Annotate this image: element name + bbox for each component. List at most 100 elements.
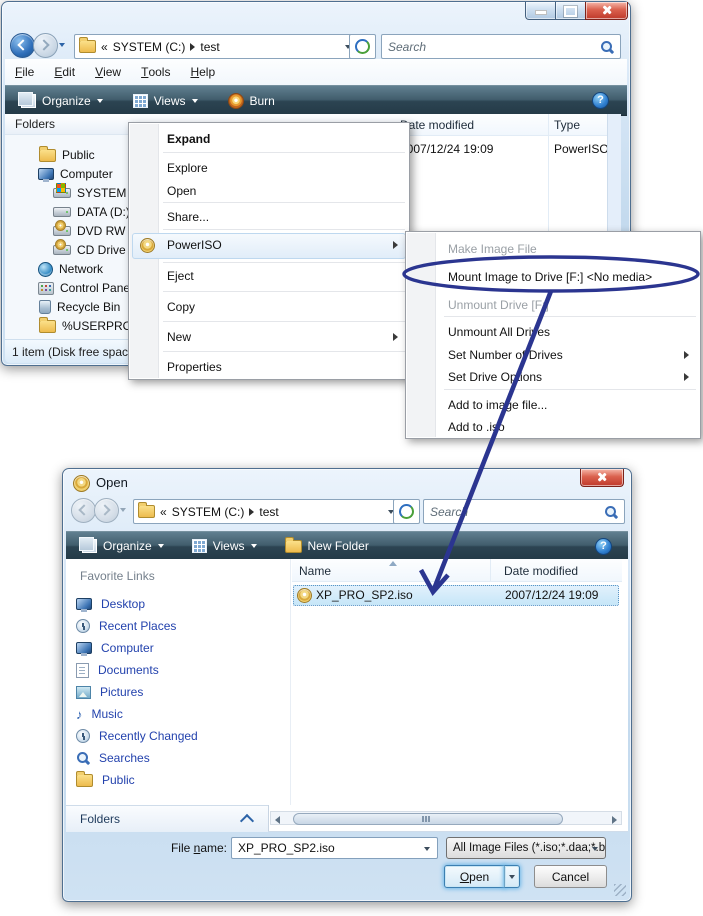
- submenu-item-mount-image[interactable]: Mount Image to Drive [F:] <No media>: [408, 266, 698, 288]
- refresh-button[interactable]: [393, 499, 420, 524]
- tree-item-recycle-bin[interactable]: Recycle Bin: [39, 298, 120, 316]
- folder-icon: [39, 316, 56, 333]
- column-divider[interactable]: [490, 559, 491, 581]
- column-header-date-modified[interactable]: Date modified: [400, 118, 474, 132]
- submenu-item-set-drive-options[interactable]: Set Drive Options: [408, 366, 698, 388]
- menu-separator: [163, 351, 405, 352]
- open-button[interactable]: Open: [444, 865, 505, 888]
- close-button[interactable]: [580, 469, 624, 487]
- tree-item-network[interactable]: Network: [38, 260, 103, 278]
- dropdown-icon[interactable]: [592, 847, 598, 851]
- organize-button[interactable]: Organize: [74, 535, 172, 557]
- help-icon[interactable]: ?: [592, 92, 609, 109]
- menu-item-eject[interactable]: Eject: [131, 265, 407, 287]
- scroll-right-icon[interactable]: [612, 816, 617, 824]
- tree-item-cd-drive-f[interactable]: CD Drive (F: [53, 239, 134, 259]
- cancel-button[interactable]: Cancel: [534, 865, 607, 888]
- submenu-item-set-number-drives[interactable]: Set Number of Drives: [408, 344, 698, 366]
- tree-item-public[interactable]: Public: [39, 145, 95, 164]
- submenu-item-unmount-drive[interactable]: Unmount Drive [F:]: [408, 294, 698, 316]
- menu-item-expand[interactable]: Expand: [131, 128, 407, 150]
- link-searches[interactable]: Searches: [76, 749, 150, 767]
- back-button[interactable]: [10, 33, 35, 58]
- link-desktop[interactable]: Desktop: [76, 595, 145, 613]
- burn-icon: [227, 92, 244, 109]
- new-folder-button[interactable]: New Folder: [277, 535, 377, 557]
- tree-item-userprofile[interactable]: %USERPROFI: [39, 316, 134, 335]
- address-bar[interactable]: « SYSTEM (C:) test: [133, 499, 399, 524]
- link-documents[interactable]: Documents: [76, 661, 159, 679]
- search-input[interactable]: [424, 504, 604, 519]
- history-dropdown-icon[interactable]: [120, 508, 126, 512]
- submenu-item-add-to-iso[interactable]: Add to .iso: [408, 416, 698, 438]
- dropdown-icon[interactable]: [424, 847, 430, 851]
- breadcrumb-drive[interactable]: SYSTEM (C:): [113, 40, 186, 54]
- file-name[interactable]: XP_PRO_SP2.iso: [316, 588, 413, 602]
- menu-file[interactable]: File: [5, 59, 44, 85]
- breadcrumb-folder[interactable]: test: [200, 40, 219, 54]
- forward-button[interactable]: [94, 498, 119, 523]
- tree-item-system-c[interactable]: SYSTEM (C:: [53, 183, 134, 202]
- tree-item-data-d[interactable]: DATA (D:): [53, 203, 130, 221]
- history-dropdown-icon[interactable]: [59, 43, 65, 47]
- column-header-date-modified[interactable]: Date modified: [504, 564, 578, 578]
- file-name-combo[interactable]: XP_PRO_SP2.iso: [231, 837, 438, 859]
- menu-item-properties[interactable]: Properties: [131, 356, 407, 378]
- help-icon[interactable]: ?: [595, 537, 612, 555]
- menu-item-explore[interactable]: Explore: [131, 157, 407, 179]
- organize-button[interactable]: Organize: [13, 90, 111, 112]
- resize-grip[interactable]: [614, 884, 626, 896]
- search-input[interactable]: [382, 39, 600, 54]
- forward-button[interactable]: [33, 33, 58, 58]
- menu-item-share[interactable]: Share...: [131, 206, 407, 228]
- search-icon[interactable]: [600, 40, 614, 54]
- search-icon[interactable]: [604, 505, 618, 519]
- menu-edit[interactable]: Edit: [44, 59, 85, 85]
- close-button[interactable]: [585, 2, 628, 20]
- column-header-type[interactable]: Type: [554, 118, 580, 132]
- menu-item-open[interactable]: Open: [131, 180, 407, 202]
- burn-button[interactable]: Burn: [220, 90, 283, 112]
- menu-item-new[interactable]: New: [131, 326, 407, 348]
- search-box[interactable]: [423, 499, 625, 524]
- column-header-name[interactable]: Name: [299, 564, 331, 578]
- views-button[interactable]: Views: [184, 535, 265, 557]
- pane-divider[interactable]: [290, 559, 291, 805]
- refresh-button[interactable]: [349, 34, 376, 59]
- submenu-item-unmount-all[interactable]: Unmount All Drives: [408, 321, 698, 343]
- scroll-left-icon[interactable]: [275, 816, 280, 824]
- link-public[interactable]: Public: [76, 770, 135, 789]
- menu-view[interactable]: View: [85, 59, 131, 85]
- file-type-combo[interactable]: All Image Files (*.iso;*.daa;*.bi: [446, 837, 606, 859]
- views-button[interactable]: Views: [125, 90, 206, 112]
- maximize-button[interactable]: [555, 2, 587, 20]
- link-music[interactable]: ♪ Music: [76, 705, 123, 723]
- horizontal-scrollbar[interactable]: [270, 811, 622, 825]
- tree-item-control-panel[interactable]: Control Pane: [38, 279, 130, 297]
- submenu-item-add-to-image-file[interactable]: Add to image file...: [408, 394, 698, 416]
- link-recent-places[interactable]: Recent Places: [76, 617, 176, 635]
- selected-file-row[interactable]: XP_PRO_SP2.iso 2007/12/24 19:09: [293, 585, 619, 606]
- search-box[interactable]: [381, 34, 621, 59]
- menu-help[interactable]: Help: [180, 59, 225, 85]
- breadcrumb-prefix[interactable]: «: [160, 505, 167, 519]
- menu-item-poweriso[interactable]: PowerISO: [131, 234, 407, 256]
- menu-item-copy[interactable]: Copy: [131, 296, 407, 318]
- menu-tools[interactable]: Tools: [131, 59, 180, 85]
- tree-item-computer[interactable]: Computer: [38, 165, 113, 183]
- folders-pane-header[interactable]: Folders: [5, 114, 134, 135]
- scrollbar-thumb[interactable]: [293, 813, 563, 825]
- breadcrumb-folder[interactable]: test: [259, 505, 278, 519]
- tree-item-dvd-rw[interactable]: DVD RW Dr: [53, 220, 134, 240]
- link-pictures[interactable]: Pictures: [76, 683, 143, 701]
- folders-expander-bar[interactable]: Folders: [66, 805, 268, 832]
- minimize-button[interactable]: [525, 2, 557, 20]
- submenu-item-make-image-file[interactable]: Make Image File: [408, 238, 698, 260]
- link-computer[interactable]: Computer: [76, 639, 154, 657]
- breadcrumb-drive[interactable]: SYSTEM (C:): [172, 505, 245, 519]
- back-button[interactable]: [71, 498, 96, 523]
- breadcrumb-prefix[interactable]: «: [101, 40, 108, 54]
- address-bar[interactable]: « SYSTEM (C:) test: [74, 34, 356, 59]
- link-recently-changed[interactable]: Recently Changed: [76, 727, 198, 745]
- open-split-dropdown[interactable]: [504, 865, 520, 888]
